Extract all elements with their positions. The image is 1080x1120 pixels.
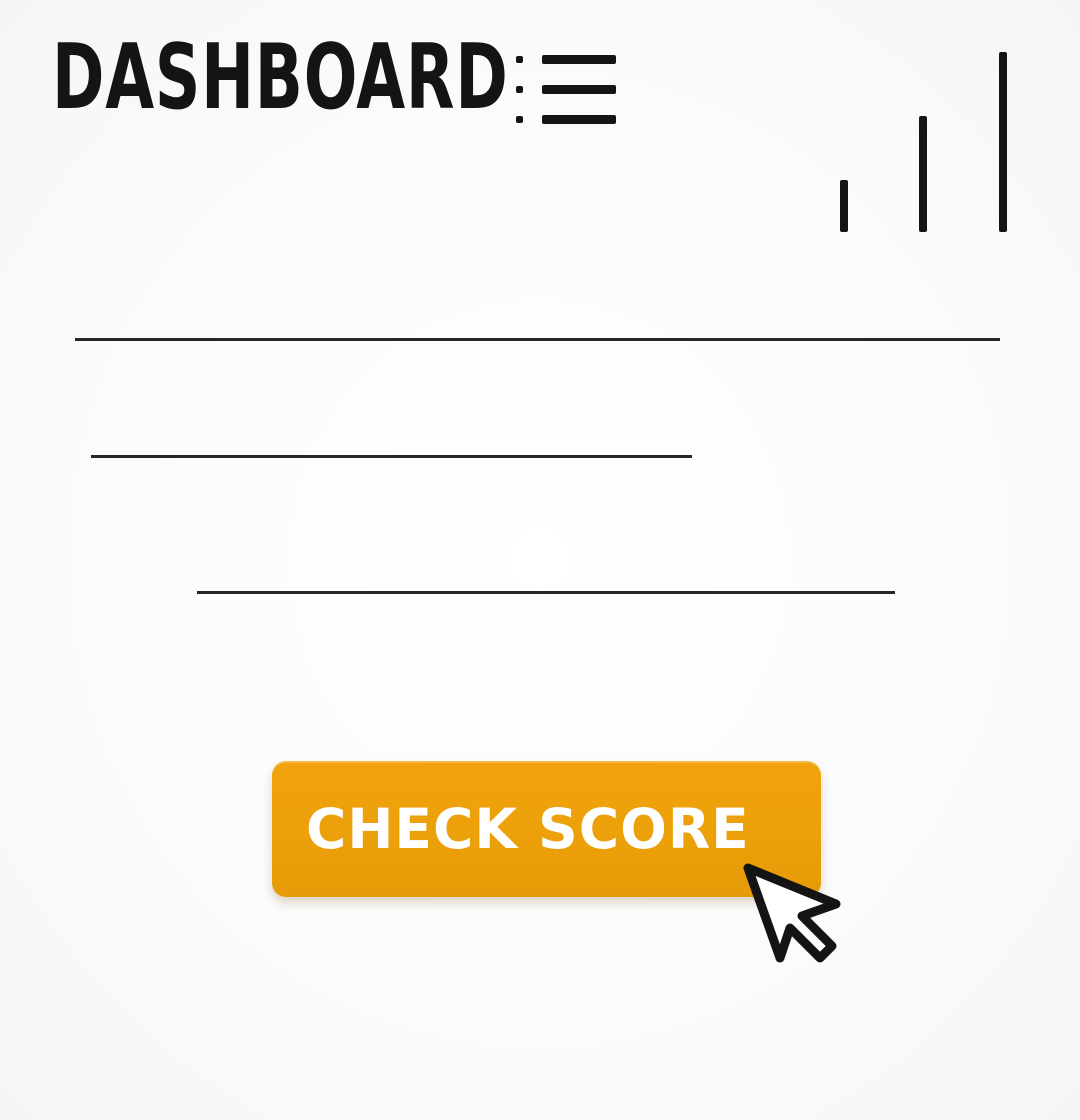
- page-title: DASHBOARD: [52, 25, 509, 130]
- signal-bars-icon: [840, 52, 1007, 232]
- check-score-button[interactable]: CHECK SCORE: [272, 761, 821, 897]
- content-placeholder-line: [197, 591, 895, 594]
- content-placeholder-line: [75, 338, 1000, 341]
- content-placeholder-line: [91, 455, 692, 458]
- menu-list-icon[interactable]: [512, 52, 620, 128]
